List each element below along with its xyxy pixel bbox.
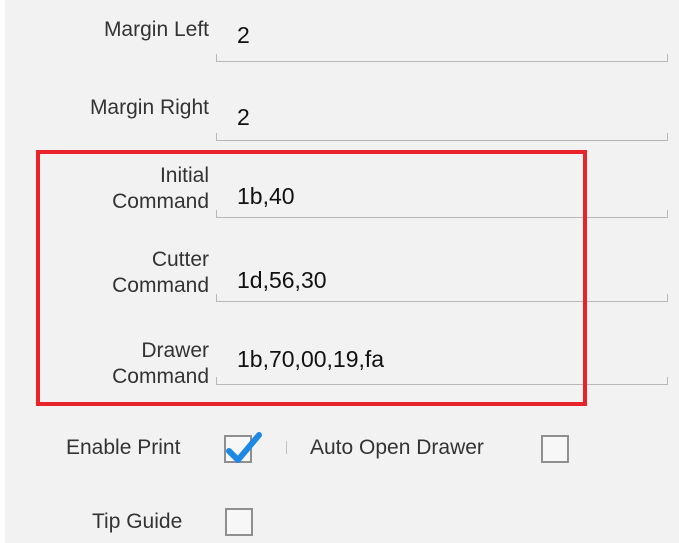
auto-open-drawer-checkbox[interactable] [541,435,569,463]
enable-print-label: Enable Print [66,436,181,459]
highlight-box [36,150,587,406]
enable-print-checkbox[interactable] [224,432,262,463]
checkmark-icon [226,432,262,463]
margin-left-value[interactable]: 2 [237,21,250,49]
tip-guide-checkbox[interactable] [225,508,253,536]
margin-right-underline [216,133,668,141]
auto-open-drawer-label: Auto Open Drawer [310,436,484,459]
margin-right-label: Margin Right [89,96,209,119]
tip-guide-label: Tip Guide [92,510,183,533]
separator [286,441,287,454]
margin-right-value[interactable]: 2 [237,103,250,131]
margin-left-label: Margin Left [103,18,209,41]
margin-left-underline [216,54,668,62]
